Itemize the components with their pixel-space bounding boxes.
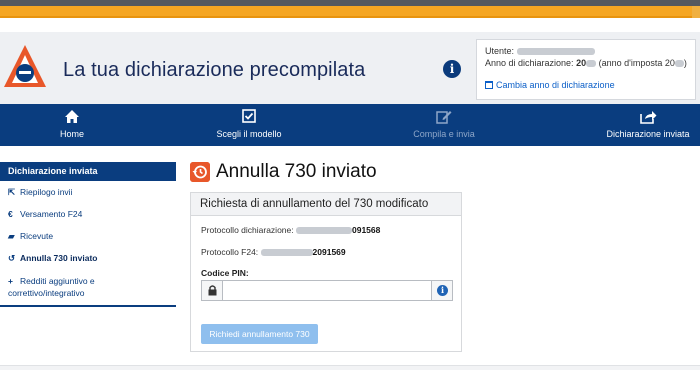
nav-home-label: Home <box>59 129 84 139</box>
share-icon <box>639 111 656 124</box>
euro-icon: € <box>8 209 13 219</box>
pin-label: Codice PIN: <box>201 268 249 278</box>
app-title: La tua dichiarazione precompilata <box>63 59 366 81</box>
protocollo-dichiarazione-value: 091568 <box>351 225 381 235</box>
tax-year-suffix: ) <box>683 58 687 68</box>
home-icon <box>65 110 79 123</box>
protocollo-f24-value: 2091569 <box>312 247 346 257</box>
sidebar-item-label: Versamento F24 <box>20 209 83 219</box>
nav-compila-invia[interactable]: Compila e invia <box>392 104 496 146</box>
sidebar-divider <box>0 305 176 307</box>
protocollo-dichiarazione-label: Protocollo dichiarazione: <box>201 225 294 235</box>
sidebar-item-label: Redditi aggiuntivo e correttivo/integrat… <box>8 276 95 298</box>
page-bottom <box>0 365 700 370</box>
lock-icon <box>202 281 223 300</box>
checkbox-icon <box>242 109 256 123</box>
nav-compila-invia-label: Compila e invia <box>413 129 475 139</box>
annullamento-card: Richiesta di annullamento del 730 modifi… <box>190 192 462 352</box>
change-year-label: Cambia anno di dichiarazione <box>496 80 615 90</box>
pin-info-button[interactable]: i <box>431 281 452 300</box>
history-icon: ↺ <box>8 253 16 263</box>
year-label: Anno di dichiarazione: <box>485 58 574 68</box>
richiedi-annullamento-button[interactable]: Richiedi annullamento 730 <box>201 324 318 344</box>
folder-icon: ▰ <box>8 231 15 241</box>
nav-scegli-modello-label: Scegli il modello <box>216 129 282 139</box>
edit-icon <box>436 111 452 124</box>
calendar-icon <box>485 81 493 89</box>
sidebar-item-label: Annulla 730 inviato <box>20 253 98 263</box>
nav-home[interactable]: Home <box>22 104 122 146</box>
external-link-icon: ⇱ <box>8 187 16 197</box>
tax-year-redacted <box>674 60 684 68</box>
sidebar-item-label: Ricevute <box>20 231 54 241</box>
info-icon[interactable]: i <box>443 60 461 78</box>
change-year-link[interactable]: Cambia anno di dichiarazione <box>485 79 687 91</box>
accent-bar <box>0 6 700 18</box>
history-icon <box>190 162 210 182</box>
sidebar: Dichiarazione inviata ⇱ Riepilogo invii €… <box>0 162 176 307</box>
main-nav: Home Scegli il modello Compila e invia D… <box>0 104 700 146</box>
user-label: Utente: <box>485 46 515 56</box>
page-title: Annulla 730 inviato <box>216 161 377 182</box>
pin-input-group: i <box>201 280 453 301</box>
nav-dichiarazione-inviata[interactable]: Dichiarazione inviata <box>598 104 698 146</box>
protocollo-f24-redacted <box>260 249 313 257</box>
sidebar-item-ricevute[interactable]: ▰ Ricevute <box>0 225 176 247</box>
agenzia-entrate-logo <box>4 45 46 87</box>
year-value: 20 <box>576 58 587 68</box>
sidebar-item-label: Riepilogo invii <box>20 187 73 197</box>
plus-icon: + <box>8 276 13 286</box>
pin-input[interactable] <box>224 281 432 300</box>
tax-year-prefix: (anno d'imposta 20 <box>598 58 675 68</box>
sidebar-item-redditi-aggiuntivo[interactable]: + Redditi aggiuntivo e correttivo/integra… <box>0 269 176 299</box>
sidebar-item-riepilogo-invii[interactable]: ⇱ Riepilogo invii <box>0 181 176 203</box>
user-info-box: Utente: Anno di dichiarazione: 20 (anno … <box>476 39 696 100</box>
nav-dichiarazione-inviata-label: Dichiarazione inviata <box>606 129 690 139</box>
info-icon: i <box>437 285 448 296</box>
card-title: Richiesta di annullamento del 730 modifi… <box>191 193 461 216</box>
user-name-redacted <box>516 48 595 56</box>
nav-scegli-modello[interactable]: Scegli il modello <box>199 104 299 146</box>
sidebar-item-annulla-730[interactable]: ↺ Annulla 730 inviato <box>0 247 176 269</box>
year-redacted <box>586 60 597 68</box>
protocollo-f24-label: Protocollo F24: <box>201 247 259 257</box>
protocollo-redacted <box>295 227 352 235</box>
protocollo-dichiarazione: Protocollo dichiarazione: 091568 <box>201 225 380 235</box>
sidebar-item-versamento-f24[interactable]: € Versamento F24 <box>0 203 176 225</box>
sidebar-heading: Dichiarazione inviata <box>0 162 176 181</box>
protocollo-f24: Protocollo F24: 2091569 <box>201 247 346 257</box>
